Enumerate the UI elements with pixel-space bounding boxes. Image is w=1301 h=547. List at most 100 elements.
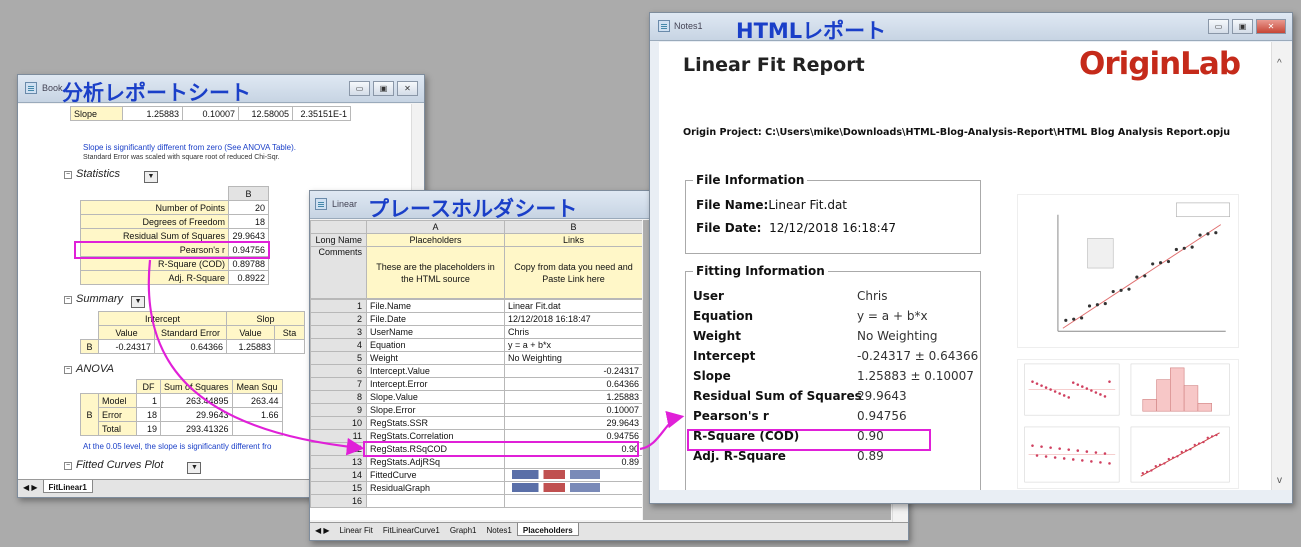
row-number[interactable]: 13 [310, 455, 367, 469]
cell-a[interactable]: Slope.Error [366, 403, 505, 417]
cell-b[interactable]: -0.24317 [504, 364, 642, 378]
anova-col: Sum of Squares [160, 379, 233, 394]
anova-cell: 1 [136, 393, 161, 408]
b-longname[interactable]: Links [504, 233, 642, 247]
cell-b[interactable]: Linear Fit.dat [504, 299, 642, 313]
stats-label: Degrees of Freedom [80, 214, 229, 229]
row-number[interactable]: 7 [310, 377, 367, 391]
cell-a[interactable]: RegStats.AdjRSq [366, 455, 505, 469]
collapse-icon[interactable]: − [64, 296, 72, 304]
cell-b[interactable]: No Weighting [504, 351, 642, 365]
cell-a[interactable]: UserName [366, 325, 505, 339]
cell-b[interactable]: y = a + b*x [504, 338, 642, 352]
cell-a[interactable]: File.Date [366, 312, 505, 326]
collapse-icon[interactable]: − [64, 171, 72, 179]
anova-row-name: Total [98, 421, 137, 436]
table-row: 1 File.Name Linear Fit.dat [310, 299, 642, 313]
tab-fitlinear1[interactable]: FitLinear1 [42, 480, 93, 493]
row-number[interactable]: 16 [310, 494, 367, 508]
sheet-tab[interactable]: Notes1 [482, 523, 517, 535]
notes-window[interactable]: Notes1 HTMLレポート ▭ ▣ ✕ Linear Fit Report … [649, 12, 1293, 504]
fitting-value: 0.94756 [857, 409, 907, 423]
probability-point [1215, 433, 1218, 437]
restore-button[interactable]: ▣ [1232, 19, 1253, 34]
dropdown-icon[interactable]: ▼ [187, 462, 202, 474]
probability-point [1158, 463, 1162, 466]
notes-scrollbar[interactable]: ^ v [1271, 42, 1292, 490]
row-number[interactable]: 9 [310, 403, 367, 417]
cell-a[interactable]: Intercept.Error [366, 377, 505, 391]
b-comment[interactable]: Copy from data you need and Paste Link h… [504, 246, 642, 299]
notes-icon [658, 20, 670, 32]
cell-b[interactable]: Chris [504, 325, 642, 339]
fitting-key: User [693, 289, 724, 303]
row-number[interactable]: 3 [310, 325, 367, 339]
sheet-tab[interactable]: Graph1 [445, 523, 482, 535]
residual-point [1040, 445, 1043, 448]
scroll-down-icon[interactable]: v [1277, 475, 1282, 486]
col-a-header[interactable]: A [366, 220, 505, 234]
cell-a[interactable]: FittedCurve [366, 468, 505, 482]
row-number[interactable]: 8 [310, 390, 367, 404]
sheet-tab[interactable]: Linear Fit [335, 523, 378, 535]
table-row: 15 ResidualGraph [310, 481, 642, 495]
a-longname[interactable]: Placeholders [366, 233, 505, 247]
sheet-tab[interactable]: Placeholders [516, 523, 579, 536]
restore-button[interactable]: ▣ [373, 81, 394, 96]
cell-b[interactable]: 12/12/2018 16:18:47 [504, 312, 642, 326]
cell-b[interactable] [504, 468, 642, 482]
close-button[interactable]: ✕ [397, 81, 418, 96]
cell-b[interactable]: 0.64366 [504, 377, 642, 391]
fitted-curves-section[interactable]: − Fitted Curves Plot ▼ [64, 459, 202, 474]
placeholder-title-small: Linear [332, 199, 358, 209]
row-number[interactable]: 10 [310, 416, 367, 430]
row-number[interactable]: 2 [310, 312, 367, 326]
cell-a[interactable]: RegStats.SSR [366, 416, 505, 430]
summary-section[interactable]: − Summary ▼ [64, 293, 146, 308]
cell-a[interactable]: ResidualGraph [366, 481, 505, 495]
row-number[interactable]: 15 [310, 481, 367, 495]
book-titlebar[interactable]: Book 分析レポートシート ▭ ▣ ✕ [18, 75, 424, 105]
collapse-icon[interactable]: − [64, 462, 72, 470]
cell-a[interactable]: File.Name [366, 299, 505, 313]
close-button[interactable]: ✕ [1256, 19, 1286, 34]
stderr-note: Standard Error was scaled with square ro… [83, 154, 280, 161]
cell-a[interactable]: Slope.Value [366, 390, 505, 404]
tab-nav[interactable]: ◀ ▶ [310, 523, 335, 535]
dropdown-icon[interactable]: ▼ [131, 296, 146, 308]
cell-b[interactable] [504, 481, 642, 495]
row-number[interactable]: 12 [310, 442, 367, 456]
scatter-point [1080, 316, 1084, 320]
fitted-label: Fitted Curves Plot [76, 459, 164, 471]
minimize-button[interactable]: ▭ [349, 81, 370, 96]
cell-a[interactable] [366, 494, 505, 508]
notes-titlebar[interactable]: Notes1 HTMLレポート ▭ ▣ ✕ [650, 13, 1292, 43]
cell-b[interactable]: 1.25883 [504, 390, 642, 404]
dropdown-icon[interactable]: ▼ [144, 171, 159, 183]
row-number[interactable]: 1 [310, 299, 367, 313]
sheet-tab[interactable]: FitLinearCurve1 [378, 523, 445, 535]
cell-b[interactable]: 29.9643 [504, 416, 642, 430]
cell-a[interactable]: Intercept.Value [366, 364, 505, 378]
scroll-up-icon[interactable]: ^ [1277, 58, 1282, 69]
file-date-row: File Date: 12/12/2018 16:18:47 [696, 221, 896, 235]
a-comment[interactable]: These are the placeholders in the HTML s… [366, 246, 505, 299]
collapse-icon[interactable]: − [64, 366, 72, 374]
cell-b[interactable]: 0.89 [504, 455, 642, 469]
anova-cell: 29.9643 [160, 407, 233, 422]
anova-section[interactable]: − ANOVA [64, 363, 114, 375]
workbook-icon [315, 198, 327, 210]
col-b-header[interactable]: B [504, 220, 642, 234]
row-number[interactable]: 6 [310, 364, 367, 378]
statistics-section[interactable]: − Statistics ▼ [64, 168, 159, 183]
row-number[interactable]: 11 [310, 429, 367, 443]
tab-nav-prev[interactable]: ◀ ▶ [18, 480, 43, 492]
cell-b[interactable]: 0.10007 [504, 403, 642, 417]
row-number[interactable]: 14 [310, 468, 367, 482]
cell-a[interactable]: Equation [366, 338, 505, 352]
minimize-button[interactable]: ▭ [1208, 19, 1229, 34]
row-number[interactable]: 5 [310, 351, 367, 365]
cell-b[interactable] [504, 494, 642, 508]
cell-a[interactable]: Weight [366, 351, 505, 365]
row-number[interactable]: 4 [310, 338, 367, 352]
